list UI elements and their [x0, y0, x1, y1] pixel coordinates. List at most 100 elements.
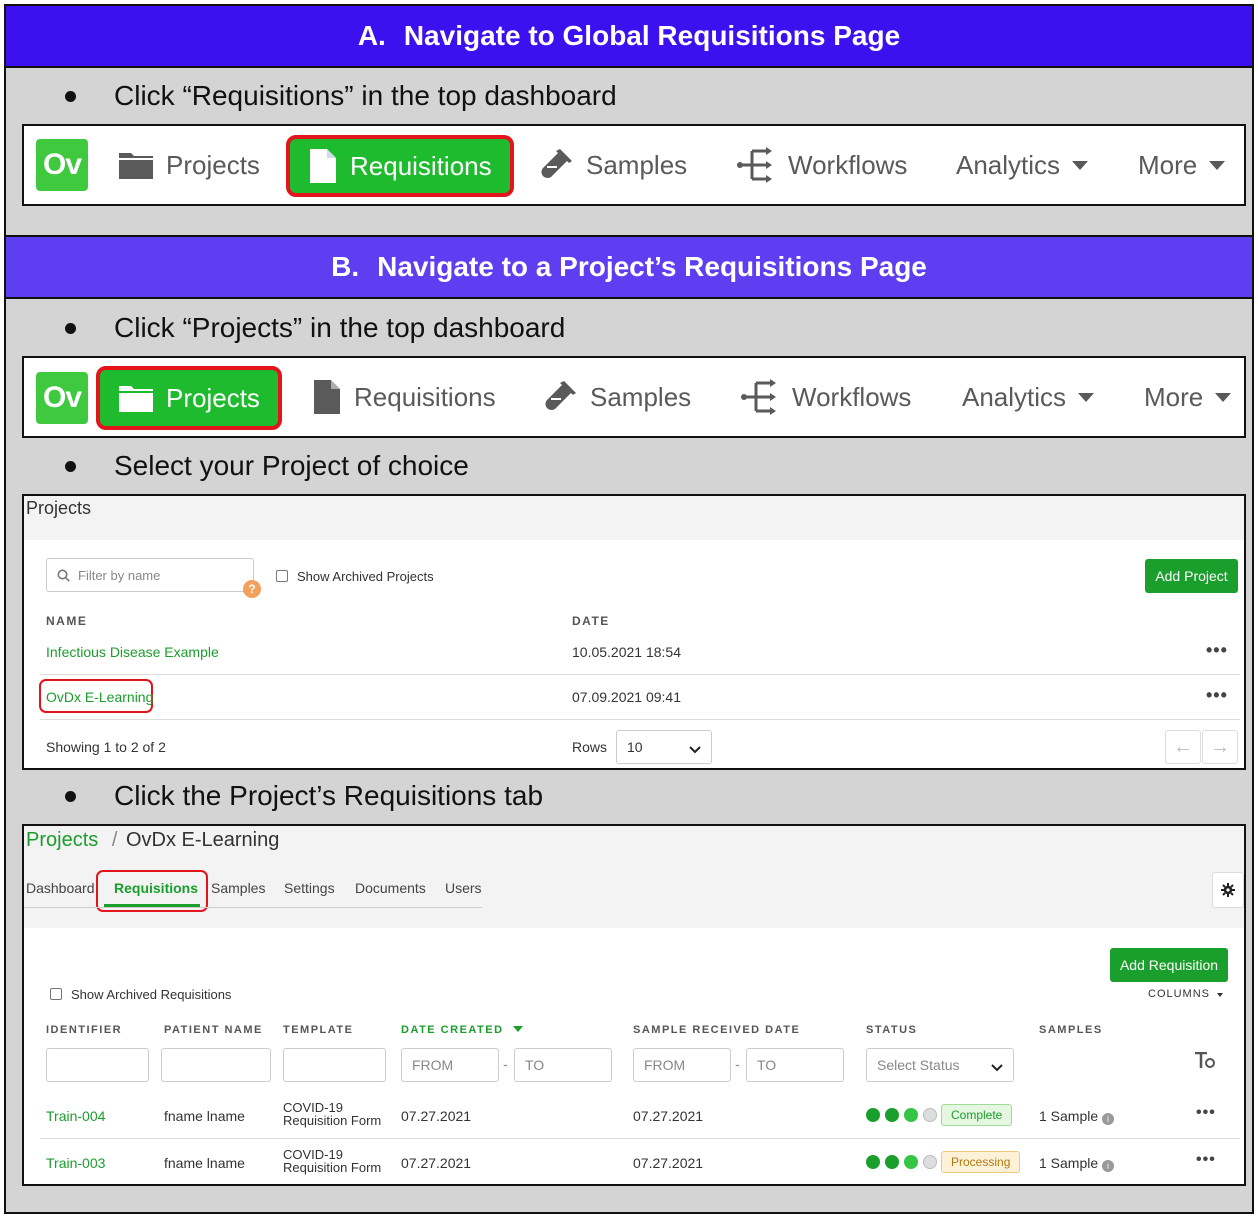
header-status: STATUS — [866, 1024, 918, 1036]
nav-projects[interactable]: Projects — [96, 366, 282, 430]
nav-workflows[interactable]: Workflows — [740, 370, 911, 424]
to-placeholder: TO — [757, 1057, 777, 1073]
date-created-to[interactable]: TO — [514, 1048, 612, 1082]
show-archived-requisitions[interactable]: Show Archived Requisitions — [50, 987, 231, 1002]
columns-label: COLUMNS — [1148, 988, 1211, 1000]
global-nav-bar-a: Ov Projects Requisitions Samples Workflo… — [22, 124, 1246, 206]
caret-down-icon — [1209, 160, 1226, 170]
prev-page-button[interactable]: ← — [1165, 730, 1201, 764]
bullet-dot — [65, 322, 76, 334]
tab-samples[interactable]: Samples — [211, 880, 265, 896]
sample-received-date: 07.27.2021 — [633, 1108, 704, 1124]
section-a-bullet-text: Click “Requisitions” in the top dashboar… — [114, 80, 617, 111]
ov-logo[interactable]: Ov — [36, 139, 88, 191]
row-actions-icon[interactable]: ••• — [1196, 1104, 1216, 1122]
caret-down-icon — [1072, 160, 1089, 170]
received-to[interactable]: TO — [746, 1048, 844, 1082]
highlight-box — [96, 870, 208, 912]
row-divider — [40, 1138, 1240, 1139]
breadcrumb-current: OvDx E-Learning — [125, 829, 280, 851]
caret-down-icon — [1217, 993, 1224, 997]
project-link[interactable]: Infectious Disease Example — [46, 644, 219, 660]
bullet-dot — [65, 460, 76, 472]
status-select[interactable]: Select Status — [866, 1048, 1014, 1082]
ov-logo[interactable]: Ov — [36, 372, 88, 424]
tab-settings[interactable]: Settings — [284, 880, 335, 896]
rows-select[interactable]: 10 — [616, 730, 712, 764]
header-date-created-label: DATE CREATED — [401, 1024, 504, 1036]
nav-analytics[interactable]: Analytics — [962, 370, 1095, 424]
tab-dashboard[interactable]: Dashboard — [26, 880, 95, 896]
breadcrumb-projects[interactable]: Projects — [26, 829, 98, 851]
project-requisitions-page: Projects / OvDx E-Learning Dashboard Req… — [22, 824, 1246, 1186]
workflow-icon — [736, 147, 776, 183]
caret-down-icon — [1078, 392, 1095, 402]
sample-count[interactable]: 1 Sample i — [1039, 1108, 1115, 1125]
project-date: 10.05.2021 18:54 — [572, 644, 681, 660]
template-name: COVID-19 Requisition Form — [283, 1101, 381, 1127]
range-dash: - — [735, 1056, 740, 1072]
gear-icon[interactable] — [1212, 872, 1244, 908]
range-dash: - — [503, 1056, 508, 1072]
nav-requisitions[interactable]: Requisitions — [286, 135, 514, 197]
nav-analytics-label: Analytics — [956, 149, 1061, 180]
section-b-bullet-1-text: Click “Projects” in the top dashboard — [114, 312, 566, 343]
nav-workflows[interactable]: Workflows — [736, 138, 907, 192]
tabs-divider — [24, 907, 482, 908]
project-link[interactable]: OvDx E-Learning — [46, 689, 153, 705]
clear-filter-icon[interactable] — [1194, 1051, 1216, 1075]
nav-analytics[interactable]: Analytics — [956, 138, 1089, 192]
nav-more-label: More — [1144, 381, 1204, 412]
next-page-button[interactable]: → — [1202, 730, 1238, 764]
from-placeholder: FROM — [412, 1057, 454, 1073]
caret-down-icon — [1215, 392, 1232, 402]
search-icon — [57, 569, 70, 582]
sample-received-date: 07.27.2021 — [633, 1155, 704, 1171]
checkbox[interactable] — [50, 988, 62, 1000]
show-archived-projects[interactable]: Show Archived Projects — [276, 569, 434, 584]
add-project-button[interactable]: Add Project — [1145, 559, 1238, 593]
help-icon[interactable]: ? — [243, 580, 261, 598]
projects-page: Projects Filter by name ? Show Archived … — [22, 494, 1246, 770]
nav-projects[interactable]: Projects — [118, 138, 260, 192]
nav-analytics-label: Analytics — [962, 381, 1067, 412]
nav-requisitions[interactable]: Requisitions — [312, 370, 496, 424]
date-created-from[interactable]: FROM — [401, 1048, 499, 1082]
row-actions-icon[interactable]: ••• — [1206, 685, 1228, 706]
patient-name-filter[interactable] — [161, 1048, 271, 1082]
nav-samples[interactable]: Samples — [542, 370, 691, 424]
test-tube-icon — [538, 147, 574, 183]
global-nav-bar-b: Ov Projects Requisitions Samples Workflo… — [22, 356, 1246, 438]
from-placeholder: FROM — [644, 1057, 686, 1073]
identifier-filter[interactable] — [46, 1048, 149, 1082]
nav-samples-label: Samples — [590, 381, 692, 412]
template-filter[interactable] — [283, 1048, 386, 1082]
row-actions-icon[interactable]: ••• — [1196, 1151, 1216, 1169]
requisition-id-link[interactable]: Train-004 — [46, 1108, 105, 1124]
row-actions-icon[interactable]: ••• — [1206, 640, 1228, 661]
row-divider — [40, 719, 1240, 720]
add-requisition-button[interactable]: Add Requisition — [1110, 948, 1228, 982]
received-from[interactable]: FROM — [633, 1048, 731, 1082]
sample-count[interactable]: 1 Sample i — [1039, 1155, 1115, 1172]
nav-samples[interactable]: Samples — [538, 138, 687, 192]
filter-input[interactable]: Filter by name — [46, 558, 254, 592]
checkbox[interactable] — [276, 570, 288, 582]
tab-documents[interactable]: Documents — [355, 880, 426, 896]
nav-more-label: More — [1138, 149, 1198, 180]
header-date-created[interactable]: DATE CREATED — [401, 1024, 524, 1036]
nav-more[interactable]: More — [1138, 138, 1226, 192]
tab-users[interactable]: Users — [445, 880, 482, 896]
date-created: 07.27.2021 — [401, 1155, 472, 1171]
progress-dot — [885, 1108, 899, 1122]
columns-menu[interactable]: COLUMNS — [1148, 988, 1224, 1000]
filter-placeholder: Filter by name — [78, 567, 161, 583]
show-archived-label: Show Archived Requisitions — [71, 987, 232, 1002]
breadcrumb-separator: / — [111, 829, 118, 851]
column-date: DATE — [572, 614, 610, 628]
section-a-header: A. Navigate to Global Requisitions Page — [4, 4, 1254, 68]
sort-desc-icon — [513, 1026, 524, 1032]
requisition-id-link[interactable]: Train-003 — [46, 1155, 105, 1171]
nav-more[interactable]: More — [1144, 370, 1232, 424]
chevron-down-icon — [991, 1060, 1003, 1076]
